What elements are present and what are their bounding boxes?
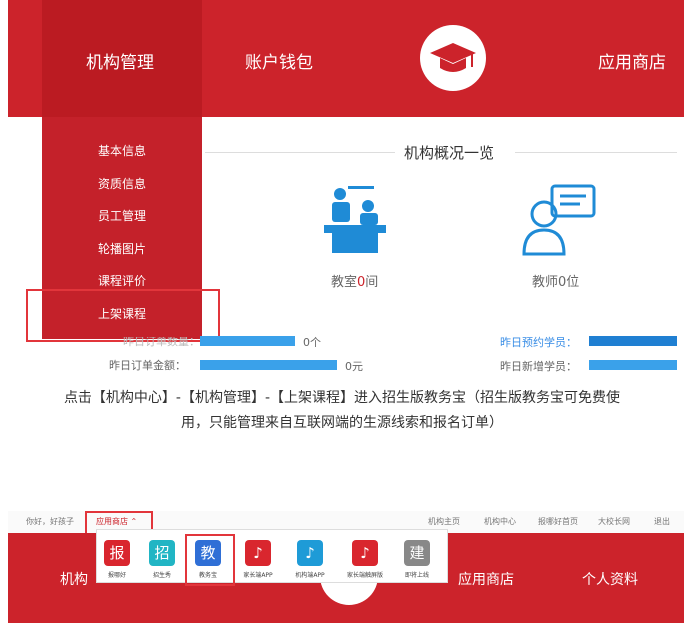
order-amount-label: 昨日订单金额： (109, 359, 186, 372)
link-logout[interactable]: 退出 (654, 516, 670, 527)
app-label-jiaowubao: 教务宝 (198, 572, 217, 579)
divider-left (205, 152, 395, 153)
link-org-home[interactable]: 机构主页 (428, 516, 460, 527)
app-label-coming-soon: 即将上线 (404, 572, 429, 579)
caption-line-1: 点击【机构中心】-【机构管理】-【上架课程】进入招生版教务宝（招生版教务宝可免费… (63, 390, 621, 406)
reserve-students-label: 昨日预约学员： (500, 336, 577, 349)
bottom-nav-app-store[interactable]: 应用商店 (458, 569, 514, 589)
greeting-text: 你好，好孩子 (26, 517, 74, 526)
app-label-org-app: 机构端APP (295, 572, 325, 579)
graduation-cap-icon (430, 43, 476, 72)
dropdown-item-qualification[interactable]: 资质信息 (42, 175, 202, 192)
dropdown-item-carousel[interactable]: 轮播图片 (42, 240, 202, 257)
classroom-count: 教室0间 (331, 271, 378, 290)
order-count-bar (200, 336, 295, 346)
caption-line-2: 用，只能管理来自互联网端的生源线索和报名订单） (181, 415, 503, 431)
app-icon-baonahao[interactable]: 报 (104, 540, 130, 566)
divider-right (515, 152, 677, 153)
app-icon-coming-soon[interactable]: 建 (404, 540, 430, 566)
overview-title: 机构概况一览 (404, 144, 495, 162)
app-icon-parent-app[interactable]: ♪ (245, 540, 271, 566)
logo[interactable] (420, 25, 486, 91)
app-icon-zhaoshengxiu[interactable]: 招 (149, 540, 175, 566)
reserve-students-bar (589, 336, 677, 346)
order-count-value: 0个 (303, 336, 321, 349)
new-students-label: 昨日新增学员： (500, 360, 577, 373)
classroom-suffix: 间 (365, 275, 379, 290)
dropdown-item-course-review[interactable]: 课程评价 (42, 272, 202, 289)
order-amount-bar (200, 360, 337, 370)
app-label-parent-app: 家长端APP (243, 572, 273, 579)
app-icon-parent-touch[interactable]: ♪ (352, 540, 378, 566)
nav-item-org-management[interactable]: 机构管理 (86, 48, 154, 73)
bottom-nav-profile[interactable]: 个人资料 (582, 569, 638, 589)
classroom-icon (324, 186, 386, 253)
link-org-center[interactable]: 机构中心 (484, 516, 516, 527)
dropdown-item-basic-info[interactable]: 基本信息 (42, 142, 202, 159)
teacher-count: 教师0位 (532, 275, 580, 290)
dropdown-item-staff[interactable]: 员工管理 (42, 207, 202, 224)
app-label-parent-touch: 家长端触屏版 (346, 572, 383, 579)
highlight-box-publish-course (26, 289, 220, 342)
link-principal-site[interactable]: 大校长网 (598, 516, 630, 527)
new-students-bar (589, 360, 677, 370)
teacher-icon (522, 184, 596, 256)
bottom-nav-partial[interactable]: 机构 (60, 569, 88, 589)
classroom-prefix: 教室 (331, 275, 358, 290)
link-baonahao-home[interactable]: 报哪好首页 (538, 516, 578, 527)
nav-item-account-wallet[interactable]: 账户钱包 (245, 48, 313, 73)
app-icon-org-app[interactable]: ♪ (297, 540, 323, 566)
order-amount-value: 0元 (345, 360, 363, 373)
nav-item-app-store[interactable]: 应用商店 (598, 48, 666, 73)
